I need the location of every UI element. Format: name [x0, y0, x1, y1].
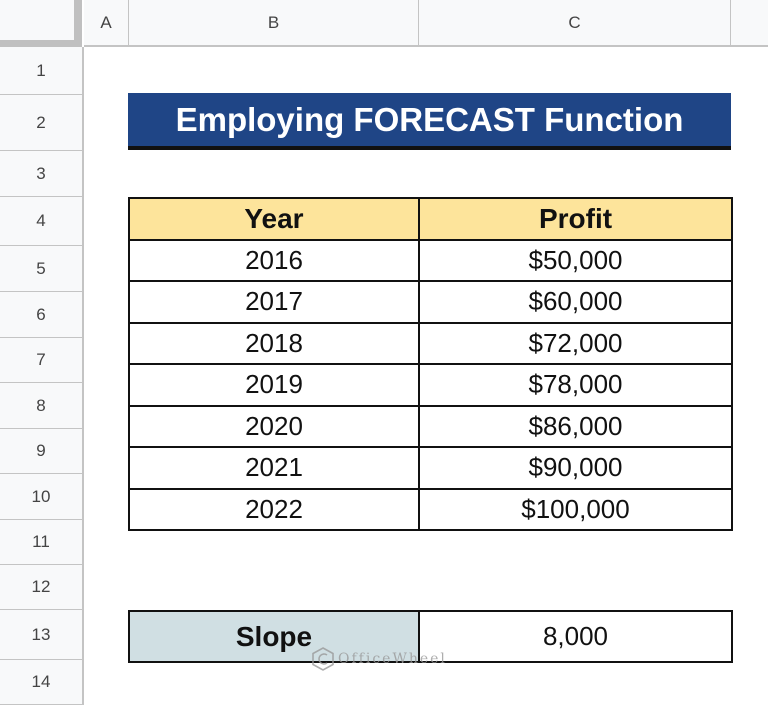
- year-cell[interactable]: 2021: [128, 446, 420, 490]
- profit-cell[interactable]: $86,000: [418, 404, 733, 448]
- table-row: 2021 $90,000: [128, 446, 733, 490]
- row-header-7[interactable]: 7: [0, 338, 84, 383]
- row-header-11[interactable]: 11: [0, 520, 84, 565]
- table-row: 2018 $72,000: [128, 321, 733, 365]
- year-cell[interactable]: 2022: [128, 487, 420, 531]
- table-row: 2019 $78,000: [128, 363, 733, 407]
- header-year[interactable]: Year: [128, 197, 420, 241]
- row-header-3[interactable]: 3: [0, 151, 84, 197]
- watermark: OfficeWheel: [312, 647, 447, 671]
- profit-cell[interactable]: $50,000: [418, 238, 733, 282]
- row-header-8[interactable]: 8: [0, 383, 84, 429]
- column-header-b[interactable]: B: [129, 0, 419, 47]
- table-row: 2017 $60,000: [128, 280, 733, 324]
- slope-value[interactable]: 8,000: [418, 610, 733, 663]
- year-cell[interactable]: 2018: [128, 321, 420, 365]
- table-header-row: Year Profit: [128, 197, 733, 241]
- profit-cell[interactable]: $72,000: [418, 321, 733, 365]
- row-header-13[interactable]: 13: [0, 610, 84, 660]
- year-cell[interactable]: 2020: [128, 404, 420, 448]
- row-header-9[interactable]: 9: [0, 429, 84, 474]
- profit-cell[interactable]: $60,000: [418, 280, 733, 324]
- sheet-title[interactable]: Employing FORECAST Function: [128, 93, 731, 150]
- row-header-6[interactable]: 6: [0, 292, 84, 338]
- row-header-4[interactable]: 4: [0, 197, 84, 246]
- year-cell[interactable]: 2017: [128, 280, 420, 324]
- watermark-text: OfficeWheel: [338, 651, 447, 667]
- table-row: 2022 $100,000: [128, 487, 733, 531]
- column-header-a[interactable]: A: [84, 0, 129, 47]
- table-row: 2020 $86,000: [128, 404, 733, 448]
- profit-cell[interactable]: $100,000: [418, 487, 733, 531]
- profit-table: Year Profit 2016 $50,000 2017 $60,000 20…: [128, 197, 733, 531]
- year-cell[interactable]: 2016: [128, 238, 420, 282]
- header-profit[interactable]: Profit: [418, 197, 733, 241]
- year-cell[interactable]: 2019: [128, 363, 420, 407]
- row-header-12[interactable]: 12: [0, 565, 84, 610]
- profit-cell[interactable]: $90,000: [418, 446, 733, 490]
- row-header-14[interactable]: 14: [0, 660, 84, 705]
- table-row: 2016 $50,000: [128, 238, 733, 282]
- row-header-5[interactable]: 5: [0, 246, 84, 292]
- column-header-d[interactable]: [731, 0, 768, 47]
- select-all-corner[interactable]: [0, 0, 82, 48]
- column-header-c[interactable]: C: [419, 0, 731, 47]
- row-header-10[interactable]: 10: [0, 474, 84, 520]
- officewheel-logo-icon: [312, 647, 334, 671]
- row-header-1[interactable]: 1: [0, 47, 84, 95]
- row-header-2[interactable]: 2: [0, 95, 84, 151]
- profit-cell[interactable]: $78,000: [418, 363, 733, 407]
